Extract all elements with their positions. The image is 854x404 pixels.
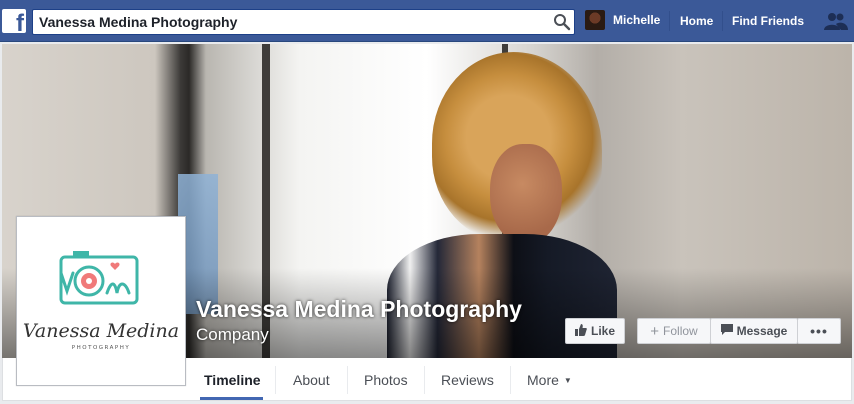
facebook-logo-icon[interactable]: f [2, 9, 26, 33]
tab-reviews[interactable]: Reviews [441, 372, 494, 388]
logo-sub-text: PHOTOGRAPHY [72, 345, 130, 351]
like-label: Like [590, 324, 615, 338]
nav-divider [722, 11, 723, 31]
message-label: Message [736, 324, 788, 338]
friends-icon [824, 13, 848, 30]
active-tab-indicator [200, 397, 263, 400]
vanessa-medina-logo: Vanessa Medina PHOTOGRAPHY [23, 251, 179, 351]
tab-more[interactable]: More ▼ [527, 372, 572, 388]
search-bar[interactable]: Vanessa Medina Photography [32, 9, 575, 35]
logo-name-text: Vanessa Medina [23, 320, 179, 342]
more-dots-icon: ••• [810, 323, 828, 339]
avatar [585, 10, 605, 30]
friend-requests-button[interactable] [824, 12, 848, 35]
follow-button[interactable]: + Follow [637, 318, 711, 344]
tab-divider [347, 366, 348, 394]
facebook-logo-letter: f [16, 10, 24, 34]
follow-label: Follow [663, 324, 698, 338]
search-icon [554, 14, 571, 31]
nav-divider [669, 11, 670, 31]
plus-icon: + [650, 322, 660, 340]
search-button[interactable] [550, 10, 574, 34]
search-input[interactable]: Vanessa Medina Photography [39, 14, 237, 30]
tab-divider [510, 366, 511, 394]
thumbs-up-icon [574, 323, 587, 339]
page-title[interactable]: Vanessa Medina Photography [196, 296, 522, 323]
tab-more-label: More [527, 372, 559, 388]
profile-picture[interactable]: Vanessa Medina PHOTOGRAPHY [16, 216, 186, 386]
home-link[interactable]: Home [680, 14, 713, 28]
top-navigation-bar: f Vanessa Medina Photography Michelle Ho… [0, 0, 854, 42]
page-category[interactable]: Company [196, 325, 269, 345]
user-name-link[interactable]: Michelle [613, 13, 660, 27]
message-bubble-icon [720, 324, 733, 338]
like-button[interactable]: Like [565, 318, 625, 344]
tab-divider [275, 366, 276, 394]
tab-photos[interactable]: Photos [364, 372, 408, 388]
profile-link[interactable]: Michelle [585, 10, 660, 30]
find-friends-link[interactable]: Find Friends [732, 14, 804, 28]
chevron-down-icon: ▼ [563, 376, 572, 385]
tab-about[interactable]: About [293, 372, 330, 388]
tab-timeline[interactable]: Timeline [204, 372, 261, 388]
message-button[interactable]: Message [710, 318, 798, 344]
more-options-button[interactable]: ••• [797, 318, 841, 344]
tab-divider [424, 366, 425, 394]
cover-model-face [490, 144, 562, 244]
page-actions-group: + Follow Message ••• [637, 318, 841, 344]
